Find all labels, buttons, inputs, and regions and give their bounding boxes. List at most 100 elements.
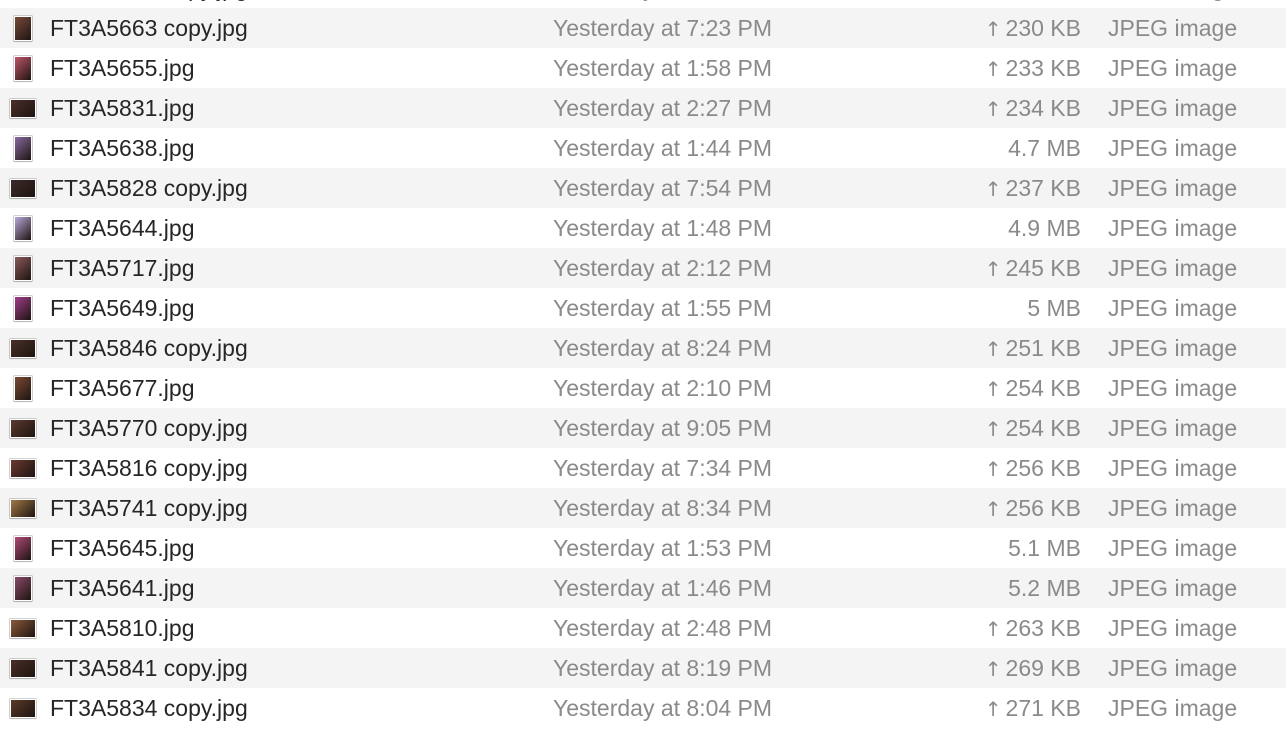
thumbnail-picture <box>14 215 32 241</box>
cloud-upload-arrow-icon: ↑ <box>984 657 1002 681</box>
file-name: FT3A5645.jpg <box>50 535 195 561</box>
file-size: ↑ 263 KB <box>985 608 1081 649</box>
file-row[interactable]: FT3A5677.jpg Yesterday at 2:10 PM ↑ 254 KB J… <box>0 368 1286 408</box>
file-row[interactable]: FT3A5641.jpg Yesterday at 1:46 PM 5.2 MB JP… <box>0 568 1286 608</box>
date-modified: Yesterday at 2:12 PM <box>553 255 773 281</box>
file-size: ↑ 254 KB <box>985 408 1081 449</box>
file-name: FT3A5810.jpg <box>50 615 195 641</box>
file-size: ↑230 KB <box>985 8 1081 49</box>
thumbnail-picture <box>14 135 32 161</box>
file-size-value: 263 KB <box>1005 615 1081 641</box>
file-size: 4.7 MB <box>1008 128 1081 168</box>
date-modified: Yesterday at 7:23 PM <box>553 15 773 41</box>
file-size: ↑ 245 KB <box>985 248 1081 289</box>
file-size-value: 254 KB <box>1005 415 1081 441</box>
image-thumbnail-icon <box>10 0 36 1</box>
thumbnail-picture <box>10 98 36 118</box>
thumbnail-picture <box>10 498 36 518</box>
file-name: FT3A5741 copy.jpg <box>50 495 248 521</box>
cloud-upload-arrow-icon: ↑ <box>984 617 1002 641</box>
file-row[interactable]: FT3A5810.jpg Yesterday at 2:48 PM ↑ 263 KB J… <box>0 608 1286 648</box>
date-modified: Yesterday at 8:24 PM <box>553 335 773 361</box>
image-thumbnail-icon <box>10 695 36 721</box>
file-kind: JPEG image <box>1108 695 1238 721</box>
file-size: 5 MB <box>1027 288 1081 328</box>
file-name: FT3A5644.jpg <box>50 215 195 241</box>
file-name: FT3A5638.jpg <box>50 135 195 161</box>
image-thumbnail-icon <box>10 335 36 361</box>
cloud-upload-arrow-icon: ↑ <box>984 497 1002 521</box>
thumbnail-picture <box>14 15 32 41</box>
file-size: ↑ 269 KB <box>985 648 1081 689</box>
file-row[interactable]: FT3A5717.jpg Yesterday at 2:12 PM ↑ 245 KB J… <box>0 248 1286 288</box>
file-row[interactable]: FT3A5655.jpg Yesterday at 1:58 PM ↑ 233 KB J… <box>0 48 1286 88</box>
file-size-value: 230 KB <box>1006 0 1081 1</box>
file-kind: JPEG image <box>1108 375 1238 401</box>
file-row[interactable]: FT3A5846 copy.jpg Yesterday at 8:24 PM ↑ 25… <box>0 328 1286 368</box>
file-name: FT3A5641.jpg <box>50 575 195 601</box>
cloud-upload-arrow-icon: ↑ <box>984 57 1002 81</box>
file-row[interactable]: FT3A5645.jpg Yesterday at 1:53 PM 5.1 MB JP… <box>0 528 1286 568</box>
image-thumbnail-icon <box>10 295 36 321</box>
file-name: FT3A5841 copy.jpg <box>50 655 248 681</box>
file-row[interactable]: FT3A5770 copy.jpg Yesterday at 9:05 PM ↑ 25… <box>0 408 1286 448</box>
file-size-value: 271 KB <box>1005 695 1081 721</box>
cloud-upload-arrow-icon: ↑ <box>984 257 1002 281</box>
file-size-value: 237 KB <box>1005 175 1081 201</box>
thumbnail-picture <box>14 575 32 601</box>
date-modified: Yesterday at 1:44 PM <box>553 135 773 161</box>
image-thumbnail-icon <box>10 455 36 481</box>
image-thumbnail-icon <box>10 15 36 41</box>
file-name: FT3A5649.jpg <box>50 295 195 321</box>
image-thumbnail-icon <box>10 615 36 641</box>
file-size-value: 269 KB <box>1005 655 1081 681</box>
file-kind: JPEG image <box>1108 415 1238 441</box>
file-size-value: 256 KB <box>1005 495 1081 521</box>
date-modified: Yesterday at 8:04 PM <box>553 0 772 8</box>
cloud-upload-arrow-icon: ↑ <box>984 697 1002 721</box>
date-modified: Yesterday at 7:54 PM <box>553 175 773 201</box>
file-size: 5.2 MB <box>1008 568 1081 608</box>
thumbnail-picture <box>14 55 32 81</box>
file-row[interactable]: FT3A5663 copy.jpg Yesterday at 7:23 PM ↑ 23… <box>0 8 1286 48</box>
file-kind: JPEG image <box>1108 655 1238 681</box>
file-kind: JPEG image <box>1108 335 1238 361</box>
cloud-upload-arrow-icon: ↑ <box>984 377 1002 401</box>
file-kind: JPEG image <box>1108 535 1238 561</box>
file-size-value: 251 KB <box>1005 335 1081 361</box>
image-thumbnail-icon <box>10 55 36 81</box>
file-row[interactable]: FT3A5816 copy.jpg Yesterday at 7:34 PM ↑ 25… <box>0 448 1286 488</box>
file-row[interactable]: FT3A5831.jpg Yesterday at 2:27 PM ↑ 234 KB J… <box>0 88 1286 128</box>
file-name: FT3A5834 copy.jpg <box>50 0 248 8</box>
date-modified: Yesterday at 1:46 PM <box>553 575 773 601</box>
file-row[interactable]: FT3A5644.jpg Yesterday at 1:48 PM 4.9 MB JP… <box>0 208 1286 248</box>
file-size-value: 233 KB <box>1005 55 1081 81</box>
file-size-value: 5.1 MB <box>1008 535 1081 561</box>
file-size: 4.9 MB <box>1008 208 1081 248</box>
file-size-value: 245 KB <box>1005 255 1081 281</box>
file-size-value: 5.2 MB <box>1008 575 1081 601</box>
file-name: FT3A5834 copy.jpg <box>50 695 248 721</box>
cloud-upload-arrow-icon: ↑ <box>984 457 1002 481</box>
file-row[interactable]: FT3A5841 copy.jpg Yesterday at 8:19 PM ↑ 26… <box>0 648 1286 688</box>
file-kind: JPEG image <box>1108 95 1238 121</box>
file-name: FT3A5828 copy.jpg <box>50 175 248 201</box>
file-row[interactable]: FT3A5741 copy.jpg Yesterday at 8:34 PM ↑ 25… <box>0 488 1286 528</box>
date-modified: Yesterday at 8:19 PM <box>553 655 773 681</box>
file-size: ↑ 254 KB <box>985 368 1081 409</box>
file-size-value: 5 MB <box>1027 295 1081 321</box>
file-row[interactable]: FT3A5834 copy.jpg Yesterday at 8:04 PM ↑ 27… <box>0 688 1286 728</box>
thumbnail-picture <box>10 698 36 718</box>
file-row[interactable]: FT3A5828 copy.jpg Yesterday at 7:54 PM ↑ 23… <box>0 168 1286 208</box>
image-thumbnail-icon <box>10 655 36 681</box>
file-name: FT3A5770 copy.jpg <box>50 415 248 441</box>
file-row[interactable]: FT3A5638.jpg Yesterday at 1:44 PM 4.7 MB JP… <box>0 128 1286 168</box>
image-thumbnail-icon <box>10 375 36 401</box>
image-thumbnail-icon <box>10 495 36 521</box>
file-row[interactable]: FT3A5834 copy.jpg Yesterday at 8:04 PM ↑ 23… <box>0 0 1286 8</box>
file-row[interactable]: FT3A5649.jpg Yesterday at 1:55 PM 5 MB JPEG… <box>0 288 1286 328</box>
file-kind: JPEG image <box>1108 615 1238 641</box>
image-thumbnail-icon <box>10 415 36 441</box>
thumbnail-picture <box>10 618 36 638</box>
file-list: FT3A5834 copy.jpgYesterday at 8:04 PM↑23… <box>0 0 1286 728</box>
